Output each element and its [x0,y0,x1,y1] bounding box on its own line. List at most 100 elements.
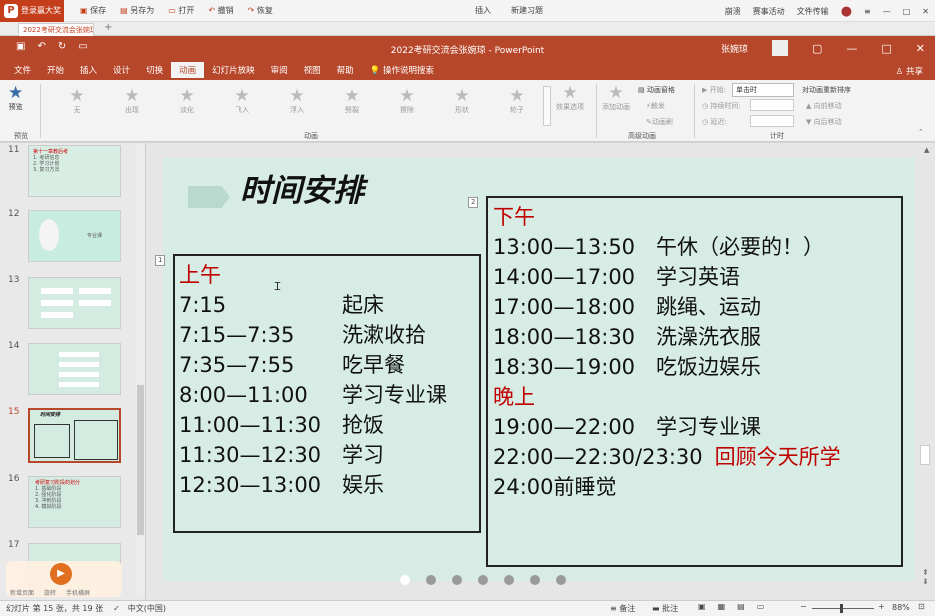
thumbnail-scrollbar[interactable] [136,145,145,598]
menu-tab-3[interactable]: 设计 [105,64,138,78]
animation-6-button[interactable]: ★ 擦除 [392,87,422,115]
slide-sorter-icon[interactable]: ▦ [718,602,726,611]
trigger-button[interactable]: ⚡触发 [646,101,665,111]
spellcheck-icon[interactable]: ✓ [113,604,120,613]
move-later-button[interactable]: ▼ 向后移动 [806,117,842,127]
animation-5-button[interactable]: ★ 劈裂 [337,87,367,115]
delay-input[interactable] [750,115,794,127]
zoom-slider[interactable] [812,608,874,609]
slide-thumbnail-11[interactable]: 第十一章教后考 1. 考研信息 2. 学习计划 3. 复习方法 [28,145,121,197]
zoom-level[interactable]: 88% [892,603,910,612]
preview-button[interactable]: ★ 预览 [8,84,23,112]
pager-dot[interactable] [556,575,566,585]
menu-tab-0[interactable]: 文件 [6,64,39,78]
animation-painter-button[interactable]: ✎动画刷 [646,117,673,127]
minimize-icon[interactable]: — [883,7,891,16]
document-tab-bar: 2022考研交流会张婉琼... + [0,22,935,36]
animation-4-button[interactable]: ★ 浮入 [282,87,312,115]
slide-thumbnail-14[interactable] [28,343,121,395]
zoom-out-icon[interactable]: − [800,602,807,611]
pager-dot[interactable] [478,575,488,585]
document-tab[interactable]: 2022考研交流会张婉琼... [18,23,94,36]
scroll-up-icon[interactable]: ▲ [924,146,929,154]
toolbar-save-as-button[interactable]: ▤ 另存为 [120,5,154,16]
new-exercise-button[interactable]: 新建习题 [511,5,543,16]
pager-dot[interactable] [426,575,436,585]
move-earlier-button[interactable]: ▲ 向前移动 [806,101,842,111]
new-page-label[interactable]: 新增页面 [10,588,34,597]
minimize-icon[interactable]: — [846,42,857,55]
morning-schedule-box[interactable]: 上午 7:15 起床 7:15—7:35 洗漱收拾 7:35—7:55 吃早餐 8:00—1… [173,254,481,533]
pager-dot[interactable] [452,575,462,585]
maximize-icon[interactable]: □ [903,7,911,16]
menu-tab-5[interactable]: 动画 [171,62,205,78]
landscape-label[interactable]: 手机横屏 [66,588,90,597]
menu-tab-8[interactable]: 视图 [296,64,329,78]
slide-thumbnail-12[interactable]: 专业课 [28,210,121,262]
menu-tab-7[interactable]: 审阅 [263,64,296,78]
animation-0-button[interactable]: ★ 无 [62,87,92,115]
toolbar-save-button[interactable]: ▣ 保存 [80,5,106,16]
toolbar-open-button[interactable]: ▭ 打开 [168,5,194,16]
prev-next-slide-icon[interactable]: ⇞ ⇟ [922,568,929,586]
pager-dot[interactable] [400,575,410,585]
menu-icon[interactable]: ≡ [864,7,871,16]
zoom-slider-thumb[interactable] [840,604,843,613]
top-link-1[interactable]: 赛事活动 [753,6,785,17]
normal-view-icon[interactable]: ▣ [698,602,706,611]
top-link-2[interactable]: 文件传输 [797,6,829,17]
ribbon-display-icon[interactable]: ▢ [812,42,822,55]
insert-dropdown[interactable]: 插入 [475,5,491,16]
slide-thumbnail-pane: 11 第十一章教后考 1. 考研信息 2. 学习计划 3. 复习方法 12 专业… [0,143,146,600]
animation-pane-button[interactable]: ▤ 动画窗格 [638,85,675,95]
schedule-row: 18:00—18:30 洗澡洗衣服 [493,322,897,352]
slide-thumbnail-13[interactable] [28,277,121,329]
animation-1-button[interactable]: ★ 出现 [117,87,147,115]
menu-tab-9[interactable]: 帮助 [329,64,362,78]
notes-button[interactable]: ≡ 备注 [610,603,635,614]
zoom-in-icon[interactable]: + [878,602,885,611]
pager-dot[interactable] [504,575,514,585]
fit-slide-icon[interactable]: ⊡ [918,602,925,611]
slide-thumbnail-16[interactable]: 考研复习阶段的划分 1. 基础阶段 2. 强化阶段 3. 冲刺阶段 4. 模拟阶… [28,476,121,528]
effect-options-button[interactable]: ★ 效果选项 [556,84,584,112]
menu-tab-4[interactable]: 切换 [138,64,171,78]
menu-tab-2[interactable]: 插入 [72,64,105,78]
login-promo-button[interactable]: P 登录赢大奖 [0,0,64,22]
close-icon[interactable]: ✕ [922,7,929,16]
menu-tab-6[interactable]: 幻灯片放映 [204,64,263,78]
play-button[interactable]: ▶ [50,563,72,585]
animation-2-button[interactable]: ★ 淡化 [172,87,202,115]
avatar[interactable] [771,40,788,56]
animation-8-button[interactable]: ★ 轮子 [502,87,532,115]
language[interactable]: 中文(中国) [128,603,166,614]
toolbar-undo-button[interactable]: ↶ 撤销 [208,5,233,16]
top-link-0[interactable]: 崩溃 [725,6,741,17]
rotate-label[interactable]: 旋转 [44,588,56,597]
animation-3-button[interactable]: ★ 飞入 [227,87,257,115]
activity: 起床 [342,293,384,317]
gallery-scroll[interactable] [543,86,551,126]
animation-7-button[interactable]: ★ 形状 [447,87,477,115]
start-select[interactable]: 单击时 [732,83,794,97]
slide-title[interactable]: 时间安排 [240,165,364,210]
share-button[interactable]: ♙ 共享 [896,65,923,77]
add-animation-button[interactable]: ★ 添加动画 [602,84,630,112]
reading-view-icon[interactable]: ▤ [737,602,745,611]
slide-scrollbar-thumb[interactable] [920,445,930,465]
duration-input[interactable] [750,99,794,111]
maximize-icon[interactable]: □ [881,42,891,55]
avatar[interactable]: ● [841,4,852,19]
pager-dot[interactable] [530,575,540,585]
afternoon-schedule-box[interactable]: 下午 13:00—13:50 午休（必要的！） 14:00—17:00 学习英语 17:… [486,196,903,567]
slide-thumbnail-15[interactable]: 时间安排 [28,408,121,463]
toolbar-redo-button[interactable]: ↷ 恢复 [248,5,273,16]
new-tab-icon[interactable]: + [104,22,112,33]
comments-button[interactable]: ▬ 批注 [652,603,678,614]
time-slot: 24:00前睡觉 [493,475,617,499]
slideshow-view-icon[interactable]: ▭ [757,602,765,611]
close-icon[interactable]: ✕ [916,42,925,55]
menu-tab-1[interactable]: 开始 [39,64,72,78]
menu-tab-10[interactable]: 💡 操作说明搜索 [362,64,442,78]
collapse-ribbon-icon[interactable]: ⌃ [918,128,924,136]
